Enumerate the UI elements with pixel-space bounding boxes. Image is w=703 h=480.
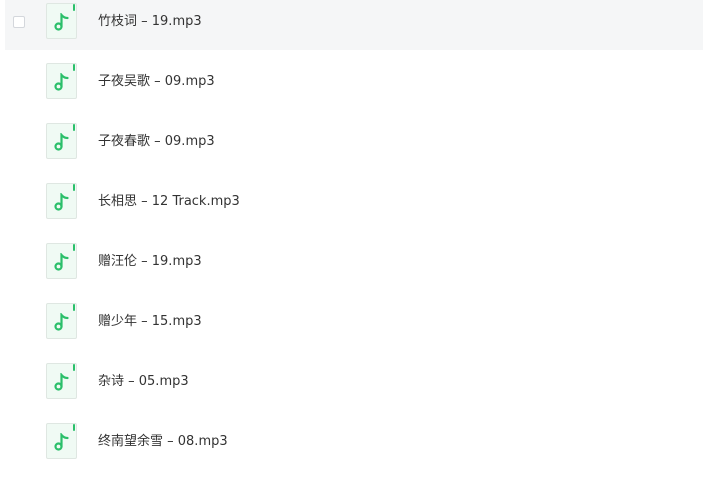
file-name[interactable]: 竹枝词 – 19.mp3 — [98, 0, 202, 44]
file-row[interactable]: 赠汪伦 – 19.mp3 — [5, 240, 703, 290]
file-name[interactable]: 杂诗 – 05.mp3 — [98, 360, 189, 404]
music-note-icon — [46, 123, 77, 159]
music-note-icon — [46, 63, 77, 99]
file-row[interactable]: 子夜春歌 – 09.mp3 — [5, 120, 703, 170]
music-note-icon — [46, 243, 77, 279]
file-name[interactable]: 终南望余雪 – 08.mp3 — [98, 420, 228, 464]
file-row[interactable]: 子夜吴歌 – 09.mp3 — [5, 60, 703, 110]
file-name[interactable]: 赠汪伦 – 19.mp3 — [98, 240, 202, 284]
file-row[interactable]: 终南望余雪 – 08.mp3 — [5, 420, 703, 470]
file-row[interactable]: 赠少年 – 15.mp3 — [5, 300, 703, 350]
file-name[interactable]: 长相思 – 12 Track.mp3 — [98, 180, 240, 224]
music-note-icon — [46, 183, 77, 219]
file-list: 竹枝词 – 19.mp3 子夜吴歌 – 09.mp3 子夜春歌 – 09.mp3… — [0, 0, 703, 480]
music-note-icon — [46, 303, 77, 339]
file-row[interactable]: 杂诗 – 05.mp3 — [5, 360, 703, 410]
file-name[interactable]: 子夜春歌 – 09.mp3 — [98, 120, 215, 164]
file-name[interactable]: 子夜吴歌 – 09.mp3 — [98, 60, 215, 104]
music-note-icon — [46, 363, 77, 399]
row-checkbox[interactable] — [13, 16, 25, 28]
file-name[interactable]: 赠少年 – 15.mp3 — [98, 300, 202, 344]
music-note-icon — [46, 423, 77, 459]
file-row[interactable]: 长相思 – 12 Track.mp3 — [5, 180, 703, 230]
music-note-icon — [46, 3, 77, 39]
file-row[interactable]: 竹枝词 – 19.mp3 — [5, 0, 703, 50]
